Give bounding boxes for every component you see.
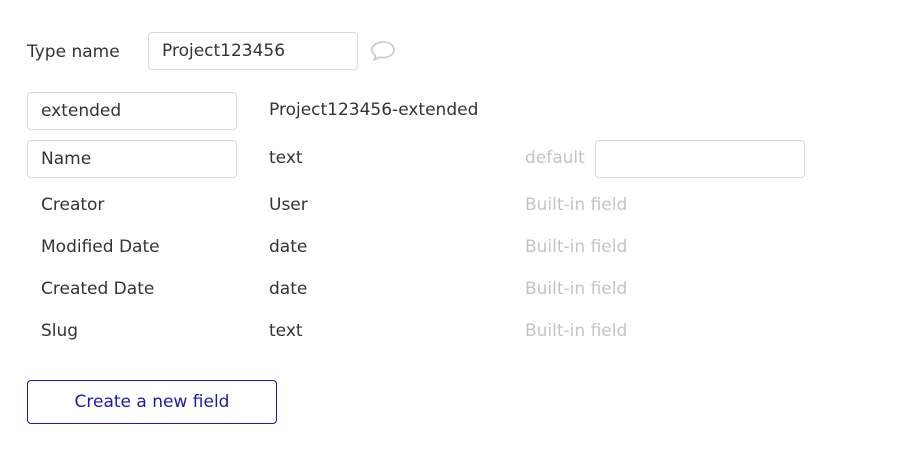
builtin-field-name: Created Date: [41, 279, 155, 299]
default-value-input[interactable]: [595, 140, 805, 178]
builtin-field-name: Modified Date: [41, 237, 160, 257]
default-label: default: [525, 148, 585, 168]
builtin-field-name: Creator: [41, 195, 105, 215]
builtin-field-name: Slug: [41, 321, 79, 341]
builtin-field-note: Built-in field: [525, 195, 628, 215]
builtin-field-type: User: [269, 195, 308, 215]
builtin-field-note: Built-in field: [525, 237, 628, 257]
create-new-field-button[interactable]: Create a new field: [27, 380, 277, 424]
extended-input[interactable]: extended: [27, 92, 237, 130]
field-name-input[interactable]: Name: [27, 140, 237, 178]
speech-bubble-icon[interactable]: [370, 40, 396, 62]
type-name-label: Type name: [27, 42, 120, 62]
builtin-field-type: date: [269, 237, 308, 257]
builtin-field-type: date: [269, 279, 308, 299]
field-type-text: text: [269, 148, 303, 168]
builtin-field-type: text: [269, 321, 303, 341]
type-name-input[interactable]: Project123456: [148, 32, 358, 70]
builtin-field-note: Built-in field: [525, 321, 628, 341]
builtin-field-note: Built-in field: [525, 279, 628, 299]
extended-result-text: Project123456-extended: [269, 100, 479, 120]
